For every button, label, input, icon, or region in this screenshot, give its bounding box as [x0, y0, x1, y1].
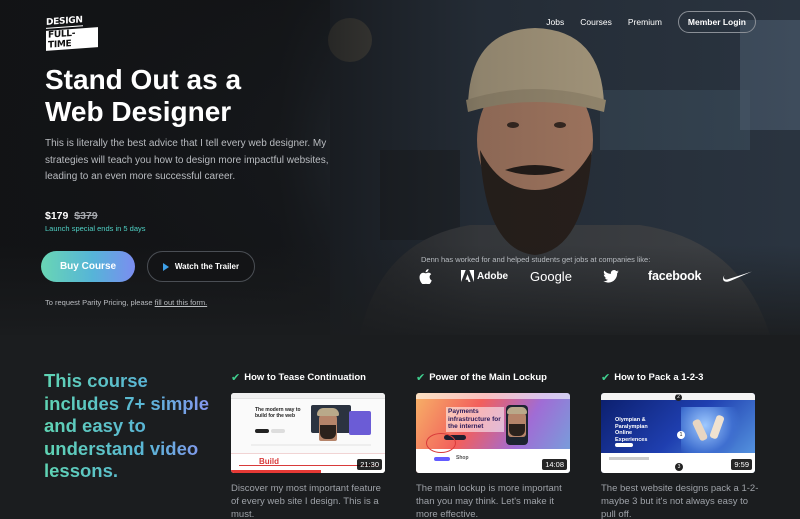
launch-special-note: Launch special ends in 5 days: [45, 224, 146, 233]
twitter-icon: [603, 266, 619, 286]
logo-line-2: FULL-TIME: [46, 27, 98, 51]
check-icon: ✔: [416, 372, 426, 384]
lesson-thumbnail[interactable]: The modern way to build for the web Buil…: [231, 393, 385, 473]
original-price: $379: [74, 210, 98, 222]
member-login-button[interactable]: Member Login: [677, 11, 756, 33]
watch-trailer-button[interactable]: Watch the Trailer: [147, 251, 255, 282]
check-icon: ✔: [601, 372, 611, 384]
lesson-title-row: ✔ How to Tease Continuation: [231, 371, 387, 384]
adobe-logo: Adobe: [461, 266, 508, 286]
nav-jobs[interactable]: Jobs: [546, 17, 564, 27]
lesson-title: How to Tease Continuation: [244, 372, 366, 383]
check-icon: ✔: [231, 372, 241, 384]
video-duration: 21:30: [357, 459, 382, 470]
company-logos: Adobe Google facebook: [419, 266, 759, 286]
lesson-title-row: ✔ Power of the Main Lockup: [416, 371, 572, 384]
lesson-card[interactable]: ✔ How to Tease Continuation The modern w…: [231, 371, 387, 519]
price-block: $179 $379: [45, 210, 98, 222]
parity-form-link[interactable]: fill out this form.: [155, 298, 208, 307]
page-title: Stand Out as a Web Designer: [45, 64, 242, 127]
lesson-thumbnail[interactable]: 2 Olympian & Paralympian Online Experien…: [601, 393, 755, 473]
lesson-title-row: ✔ How to Pack a 1-2-3: [601, 371, 757, 384]
thumb-heading: The modern way to build for the web: [255, 407, 301, 419]
hero-section: DESIGN FULL-TIME Jobs Courses Premium Me…: [0, 0, 800, 335]
nav-courses[interactable]: Courses: [580, 17, 612, 27]
thumb-heading: Payments infrastructure for the internet: [446, 407, 504, 432]
current-price: $179: [45, 210, 69, 222]
top-nav: Jobs Courses Premium Member Login: [546, 11, 756, 33]
lesson-card[interactable]: ✔ Power of the Main Lockup Payments infr…: [416, 371, 572, 519]
course-intro-heading: This course includes 7+ simple and easy …: [44, 370, 214, 483]
design-full-time-logo[interactable]: DESIGN FULL-TIME: [46, 14, 98, 51]
lesson-title: Power of the Main Lockup: [429, 372, 547, 383]
logo-line-1: DESIGN: [46, 15, 83, 29]
watch-trailer-label: Watch the Trailer: [174, 262, 240, 271]
video-duration: 9:59: [731, 459, 752, 470]
apple-icon: [419, 266, 432, 286]
adobe-icon: [461, 270, 474, 282]
lesson-description: Discover my most important feature of ev…: [231, 483, 381, 519]
lesson-title: How to Pack a 1-2-3: [614, 372, 704, 383]
thumb-heading: Olympian & Paralympian Online Experience…: [615, 417, 648, 443]
thumb-word: Shop: [456, 455, 469, 461]
lesson-description: The best website designs pack a 1-2-mayb…: [601, 483, 759, 519]
nav-premium[interactable]: Premium: [628, 17, 662, 27]
google-logo: Google: [530, 268, 572, 284]
lesson-card[interactable]: ✔ How to Pack a 1-2-3 2 Olympian & Paral…: [601, 371, 758, 519]
video-duration: 14:08: [542, 459, 567, 470]
play-icon: [162, 262, 169, 271]
companies-intro: Denn has worked for and helped students …: [421, 255, 651, 264]
buy-course-button[interactable]: Buy Course: [41, 251, 135, 282]
facebook-logo: facebook: [648, 269, 702, 283]
parity-text: To request Parity Pricing, please: [45, 298, 155, 307]
adobe-wordmark: Adobe: [477, 270, 509, 282]
parity-pricing-note: To request Parity Pricing, please fill o…: [45, 298, 207, 307]
hero-description: This is literally the best advice that I…: [45, 138, 329, 182]
lesson-thumbnail[interactable]: Payments infrastructure for the internet…: [416, 393, 570, 473]
lesson-description: The main lockup is more important than y…: [416, 483, 562, 519]
nike-icon: [722, 266, 752, 286]
